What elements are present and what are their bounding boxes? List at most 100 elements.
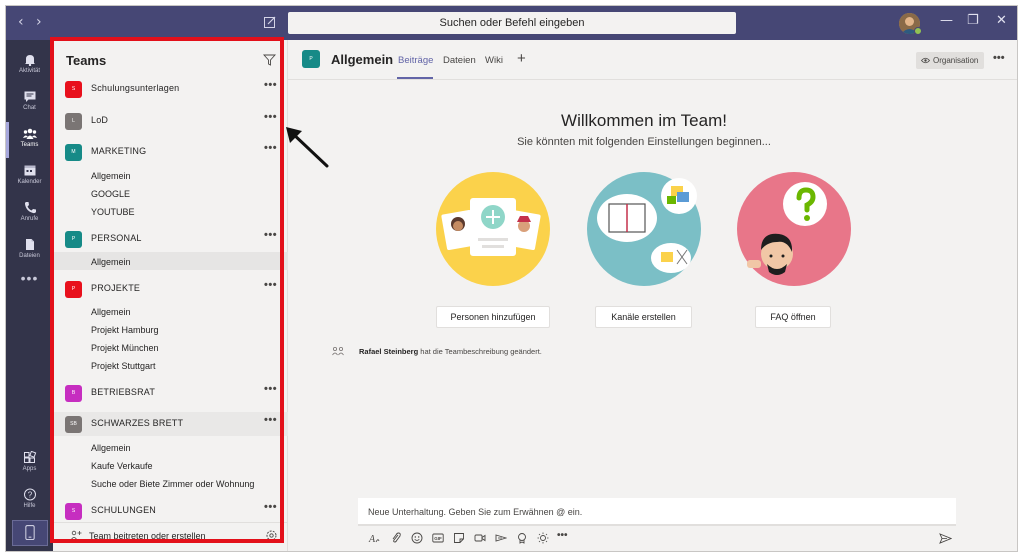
team-activity-icon	[332, 346, 344, 356]
rail-item-chat[interactable]: Chat	[6, 85, 53, 121]
svg-text:A: A	[368, 534, 376, 544]
activity-user[interactable]: Rafael Steinberg	[359, 347, 418, 356]
team-name: BETRIEBSRAT	[91, 387, 156, 397]
chevron-right-icon[interactable]: ›	[36, 14, 42, 30]
teams-window: ‹ › Suchen oder Befehl eingeben — ❐ ✕ Ak…	[5, 5, 1018, 552]
more-options-icon[interactable]: •••	[264, 414, 277, 426]
rail-item-files[interactable]: Dateien	[6, 233, 53, 269]
emoji-icon[interactable]	[411, 532, 423, 544]
rail-item-apps[interactable]: Apps	[6, 446, 53, 482]
attach-icon[interactable]	[390, 532, 402, 544]
send-icon[interactable]	[939, 533, 952, 544]
more-options-icon[interactable]: •••	[264, 229, 277, 241]
filter-icon[interactable]	[263, 54, 276, 66]
more-options-icon[interactable]: •••	[264, 279, 277, 291]
tab-beitraege[interactable]: Beiträge	[398, 55, 433, 66]
more-options-icon[interactable]: •••	[264, 142, 277, 154]
team-row-projekte[interactable]: P PROJEKTE •••	[53, 277, 288, 301]
channel-item[interactable]: Projekt Stuttgart	[91, 361, 156, 371]
team-row-schwarzes-brett[interactable]: SB SCHWARZES BRETT •••	[53, 412, 288, 436]
minimize-button[interactable]: —	[940, 13, 953, 28]
eye-icon	[921, 57, 930, 64]
channel-item[interactable]: Allgemein	[91, 307, 131, 317]
channel-item[interactable]: YOUTUBE	[91, 207, 135, 217]
add-people-button[interactable]: Personen hinzufügen	[436, 306, 550, 328]
sticker-icon[interactable]	[453, 532, 465, 544]
meet-now-icon[interactable]	[474, 532, 486, 544]
channel-team-avatar: P	[302, 50, 320, 68]
channel-item[interactable]: Projekt Hamburg	[91, 325, 159, 335]
teams-icon	[22, 128, 37, 139]
more-options-icon[interactable]: •••	[993, 52, 1005, 64]
rail-label: Hilfe	[23, 503, 36, 509]
channel-item[interactable]: GOOGLE	[91, 189, 130, 199]
apps-icon	[23, 451, 36, 463]
team-name: LoD	[91, 115, 109, 125]
channels-illustration	[587, 172, 701, 286]
praise-icon[interactable]	[516, 532, 528, 544]
more-options-icon[interactable]: •••	[264, 79, 277, 91]
tab-wiki[interactable]: Wiki	[485, 55, 503, 66]
rail-label: Aktivität	[18, 68, 40, 74]
channel-item[interactable]: Suche oder Biete Zimmer oder Wohnung	[91, 479, 254, 489]
rail-item-teams[interactable]: Teams	[6, 122, 53, 158]
rail-label: Anrufe	[20, 216, 39, 222]
team-row-marketing[interactable]: M MARKETING •••	[53, 140, 288, 164]
more-options-icon[interactable]: •••	[264, 111, 277, 123]
rail-item-help[interactable]: ? Hilfe	[6, 483, 53, 519]
search-input[interactable]: Suchen oder Befehl eingeben	[288, 12, 736, 34]
chevron-left-icon[interactable]: ‹	[18, 14, 24, 30]
team-row-betriebsrat[interactable]: B BETRIEBSRAT •••	[53, 381, 288, 405]
channel-item-selected[interactable]: Allgemein	[91, 257, 131, 267]
channel-item[interactable]: Allgemein	[91, 171, 131, 181]
join-create-team-button[interactable]: Team beitreten oder erstellen	[53, 522, 288, 548]
team-avatar: S	[65, 503, 82, 520]
gif-icon[interactable]: GIF	[432, 532, 444, 544]
rail-item-activity[interactable]: Aktivität	[6, 48, 53, 84]
new-conversation-input[interactable]: Neue Unterhaltung. Geben Sie zum Erwähne…	[358, 498, 956, 526]
team-avatar: M	[65, 144, 82, 161]
channel-main-area: P Allgemein Beiträge Dateien Wiki + Orga…	[288, 40, 1017, 551]
team-row-personal[interactable]: P PERSONAL •••	[53, 227, 288, 251]
team-avatar: P	[65, 231, 82, 248]
rail-item-calendar[interactable]: Kalender	[6, 159, 53, 195]
mobile-icon	[25, 525, 35, 540]
selected-channel-highlight	[53, 252, 288, 270]
channel-title: Allgemein	[331, 52, 394, 67]
more-apps-button[interactable]: •••	[6, 270, 53, 286]
rail-item-calls[interactable]: Anrufe	[6, 196, 53, 232]
more-options-icon[interactable]: •••	[264, 383, 277, 395]
people-illustration	[436, 172, 550, 286]
team-avatar: SB	[65, 416, 82, 433]
gear-icon[interactable]	[265, 529, 278, 542]
panel-title: Teams	[66, 53, 107, 68]
maximize-button[interactable]: ❐	[967, 13, 979, 28]
more-options-icon[interactable]: •••	[557, 530, 568, 541]
close-button[interactable]: ✕	[996, 13, 1007, 28]
svg-text:GIF: GIF	[434, 536, 442, 541]
mobile-device-button[interactable]	[12, 520, 48, 546]
format-icon[interactable]: A	[368, 532, 380, 544]
rail-label: Dateien	[19, 253, 40, 259]
channel-item[interactable]: Allgemein	[91, 443, 131, 453]
open-faq-button[interactable]: FAQ öffnen	[755, 306, 831, 328]
team-row-schulungen[interactable]: S SCHULUNGEN •••	[53, 499, 288, 523]
channel-item[interactable]: Projekt München	[91, 343, 159, 353]
channel-header: P Allgemein Beiträge Dateien Wiki + Orga…	[288, 40, 1017, 80]
more-options-icon[interactable]: •••	[264, 501, 277, 513]
team-name: SCHULUNGEN	[91, 505, 157, 515]
channel-item[interactable]: Kaufe Verkaufe	[91, 461, 153, 471]
calendar-icon	[24, 165, 35, 176]
tab-dateien[interactable]: Dateien	[443, 55, 476, 66]
brightness-icon[interactable]	[537, 532, 549, 544]
create-channels-button[interactable]: Kanäle erstellen	[595, 306, 692, 328]
active-tab-indicator	[397, 77, 433, 79]
svg-text:?: ?	[27, 490, 32, 499]
team-row-schulungsunterlagen[interactable]: S Schulungsunterlagen •••	[53, 77, 288, 101]
compose-icon[interactable]	[263, 15, 277, 29]
team-row-lod[interactable]: L LoD •••	[53, 109, 288, 133]
add-tab-button[interactable]: +	[517, 50, 526, 67]
rail-label: Chat	[23, 105, 36, 111]
stream-icon[interactable]	[495, 532, 507, 544]
team-avatar: L	[65, 113, 82, 130]
